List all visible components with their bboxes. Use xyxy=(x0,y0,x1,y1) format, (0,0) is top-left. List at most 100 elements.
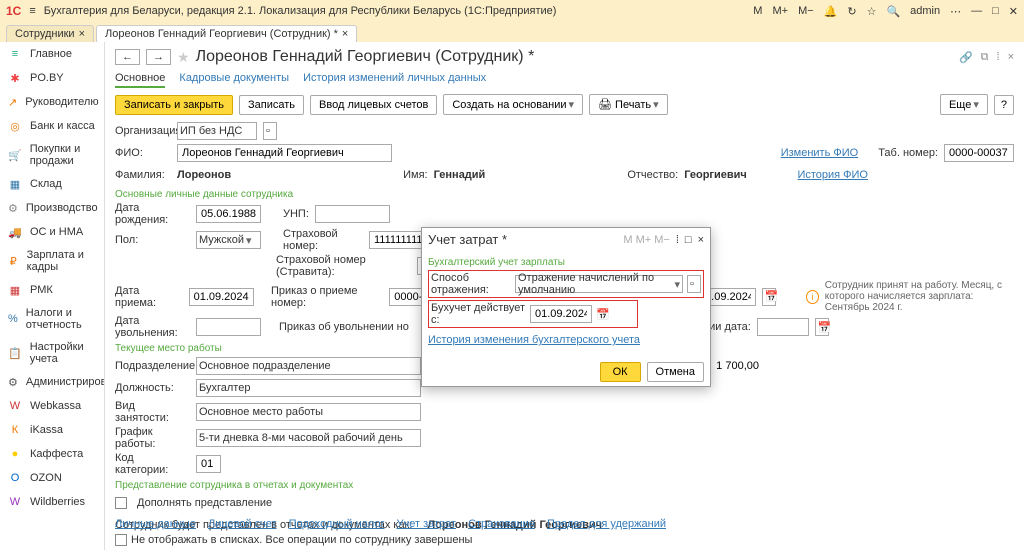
sidebar-item-3[interactable]: ◎Банк и касса xyxy=(0,114,104,138)
settings-icon[interactable]: ⋯ xyxy=(950,5,961,18)
help-icon[interactable]: ⁞ xyxy=(997,51,1000,64)
cancel-button[interactable]: Отмена xyxy=(647,362,704,382)
sidebar-item-2[interactable]: ↗Руководителю xyxy=(0,90,104,114)
tab-employees[interactable]: Сотрудники× xyxy=(6,25,94,42)
sidebar-item-6[interactable]: ⚙Производство xyxy=(0,196,104,220)
org-open-button[interactable]: ▫ xyxy=(263,122,277,140)
close-icon[interactable]: ✕ xyxy=(1009,5,1018,18)
maximize-icon[interactable]: □ xyxy=(992,5,999,17)
sidebar-item-17[interactable]: WWildberries xyxy=(0,490,104,514)
noshow-checkbox[interactable] xyxy=(115,534,127,546)
schedule-select[interactable]: 5-ти дневка 8-ми часовой рабочий день xyxy=(196,429,421,447)
sidebar-item-4[interactable]: 🛒Покупки и продажи xyxy=(0,138,104,172)
sidebar-item-12[interactable]: ⚙Администрирование xyxy=(0,370,104,394)
tab-close-icon[interactable]: × xyxy=(79,28,85,40)
sidebar-item-14[interactable]: КiKassa xyxy=(0,418,104,442)
sidebar-label: PO.BY xyxy=(30,72,64,84)
mem-m[interactable]: M xyxy=(753,5,762,17)
minimize-icon[interactable]: — xyxy=(971,5,982,17)
save-close-button[interactable]: Записать и закрыть xyxy=(115,95,233,115)
tab-close-icon[interactable]: × xyxy=(342,28,348,40)
sidebar-item-0[interactable]: ≡Главное xyxy=(0,42,104,66)
detach-icon[interactable]: ⧉ xyxy=(981,51,989,64)
help-button[interactable]: ? xyxy=(994,95,1014,115)
mem-mp[interactable]: M+ xyxy=(772,5,788,17)
dialog-menu-icon[interactable]: ⁞ xyxy=(676,234,679,246)
dob-input[interactable] xyxy=(196,205,261,223)
accounts-button[interactable]: Ввод лицевых счетов xyxy=(310,95,437,115)
history-fio-link[interactable]: История ФИО xyxy=(797,169,868,181)
more-button[interactable]: Еще xyxy=(940,94,988,115)
category-label: Код категории: xyxy=(115,452,190,476)
create-based-button[interactable]: Создать на основании xyxy=(443,94,583,115)
back-button[interactable]: ← xyxy=(115,49,140,65)
unp-input[interactable] xyxy=(315,205,390,223)
bottom-link-0[interactable]: Личные данные xyxy=(115,518,196,530)
dialog-max-icon[interactable]: □ xyxy=(685,234,692,246)
bottom-link-5[interactable]: Предел для удержаний xyxy=(547,518,666,530)
employment-select[interactable]: Основное место работы xyxy=(196,403,421,421)
patronymic-label: Отчество: xyxy=(627,169,678,181)
subtab-history[interactable]: История изменений личных данных xyxy=(303,72,486,88)
tab-number-input[interactable] xyxy=(944,144,1014,162)
sidebar-label: Руководителю xyxy=(25,96,98,108)
mem-mm[interactable]: M− xyxy=(798,5,814,17)
history-icon[interactable]: ↻ xyxy=(847,5,856,18)
favorite-icon[interactable]: ★ xyxy=(177,49,190,66)
dept-label: Подразделение: xyxy=(115,360,190,372)
bottom-link-2[interactable]: Подоходный налог xyxy=(289,518,385,530)
category-input[interactable] xyxy=(196,455,221,473)
sidebar-item-10[interactable]: %Налоги и отчетность xyxy=(0,302,104,336)
sidebar-icon: ▦ xyxy=(8,177,22,191)
user-label[interactable]: admin xyxy=(910,5,940,17)
bottom-link-1[interactable]: Лицевой счет xyxy=(208,518,277,530)
way-open-button[interactable]: ▫ xyxy=(687,275,701,293)
sidebar-item-13[interactable]: WWebkassa xyxy=(0,394,104,418)
change-fio-link[interactable]: Изменить ФИО xyxy=(781,147,859,159)
dialog-history-link[interactable]: История изменения бухгалтерского учета xyxy=(428,334,640,346)
sidebar-item-7[interactable]: 🚚ОС и НМА xyxy=(0,220,104,244)
sidebar-item-15[interactable]: ●Каффеста xyxy=(0,442,104,466)
info-icon: i xyxy=(806,290,819,304)
position-select[interactable]: Бухгалтер xyxy=(196,379,421,397)
surname-label: Фамилия: xyxy=(115,169,171,181)
calendar-icon[interactable]: 📅 xyxy=(596,308,610,321)
bottom-link-3[interactable]: Учет затрат xyxy=(397,518,457,530)
print-button[interactable]: 🖨 Печать xyxy=(589,94,668,115)
calendar-icon[interactable]: 📅 xyxy=(762,288,776,306)
sidebar-label: Wildberries xyxy=(30,496,85,508)
way-select[interactable]: Отражение начислений по умолчанию xyxy=(515,275,683,293)
dialog-title: Учет затрат * xyxy=(428,232,617,247)
sidebar-item-1[interactable]: ✱PO.BY xyxy=(0,66,104,90)
search-icon[interactable]: 🔍 xyxy=(886,5,900,18)
hire-date-input[interactable] xyxy=(189,288,254,306)
from-input[interactable] xyxy=(530,305,592,323)
close-icon[interactable]: × xyxy=(1008,51,1014,64)
tab-employee-card[interactable]: Лореонов Геннадий Георгиевич (Сотрудник)… xyxy=(96,25,357,42)
subtab-kadr[interactable]: Кадровые документы xyxy=(179,72,289,88)
save-button[interactable]: Записать xyxy=(239,95,304,115)
sidebar-item-8[interactable]: ₽Зарплата и кадры xyxy=(0,244,104,278)
dept-select[interactable]: Основное подразделение xyxy=(196,357,421,375)
forward-button[interactable]: → xyxy=(146,49,171,65)
sidebar-item-9[interactable]: ▦РМК xyxy=(0,278,104,302)
subtab-main[interactable]: Основное xyxy=(115,72,165,88)
add-repr-label: Дополнять представление xyxy=(137,497,272,509)
bottom-link-4[interactable]: Страхование xyxy=(468,518,535,530)
sidebar-item-16[interactable]: ОOZON xyxy=(0,466,104,490)
org-field[interactable]: ИП без НДС xyxy=(177,122,257,140)
sidebar-item-11[interactable]: 📋Настройки учета xyxy=(0,336,104,370)
fire-order-date-input[interactable] xyxy=(757,318,809,336)
menu-icon[interactable]: ≡ xyxy=(29,5,35,17)
calendar-icon[interactable]: 📅 xyxy=(815,318,829,336)
fio-input[interactable] xyxy=(177,144,392,162)
sidebar-item-5[interactable]: ▦Склад xyxy=(0,172,104,196)
fire-date-input[interactable] xyxy=(196,318,261,336)
ok-button[interactable]: ОК xyxy=(600,362,641,382)
link-icon[interactable]: 🔗 xyxy=(959,51,973,64)
add-repr-checkbox[interactable] xyxy=(115,497,127,509)
sex-select[interactable]: Мужской xyxy=(196,231,261,249)
bell-icon[interactable]: 🔔 xyxy=(824,5,838,18)
dialog-close-icon[interactable]: × xyxy=(698,234,704,246)
star-icon[interactable]: ☆ xyxy=(867,5,877,18)
